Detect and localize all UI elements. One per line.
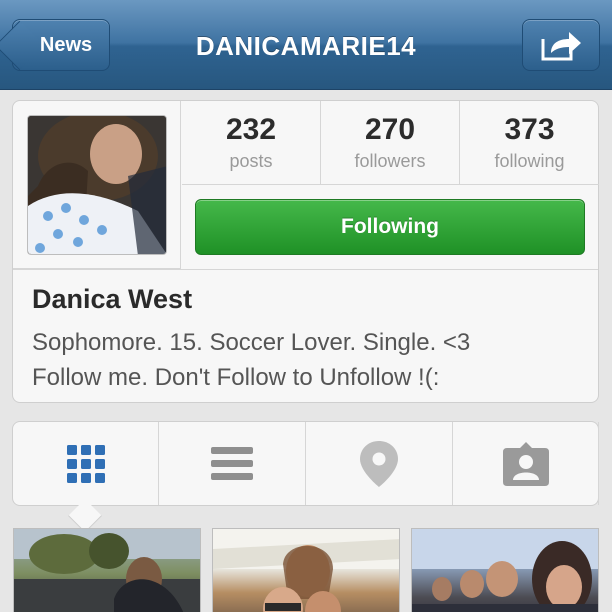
photo-image <box>412 529 598 612</box>
list-icon <box>211 446 253 480</box>
stat-following-value: 373 <box>504 113 555 146</box>
photo-thumbnail[interactable] <box>212 528 400 612</box>
share-icon <box>541 32 581 61</box>
photo-image <box>14 529 200 612</box>
tab-tagged[interactable] <box>453 422 599 505</box>
bio-line: Sophomore. 15. Soccer Lover. Single. <3 <box>32 329 471 356</box>
divider <box>13 269 598 270</box>
stat-posts[interactable]: 232 posts <box>182 101 321 185</box>
location-pin-icon <box>360 440 398 487</box>
photo-thumbnail[interactable] <box>411 528 599 612</box>
share-button[interactable] <box>522 19 600 71</box>
tab-map[interactable] <box>306 422 453 505</box>
stat-posts-value: 232 <box>225 113 277 146</box>
back-button[interactable]: News <box>12 19 110 71</box>
photo-image <box>213 529 399 612</box>
avatar-container <box>13 101 181 269</box>
grid-icon <box>66 444 105 483</box>
stat-followers-value: 270 <box>364 113 416 146</box>
stat-followers-label: followers <box>354 151 426 171</box>
page-title: DANICAMARIE14 <box>195 30 417 61</box>
stat-followers[interactable]: 270 followers <box>321 101 460 185</box>
tab-list[interactable] <box>159 422 306 505</box>
stat-posts-label: posts <box>229 151 273 171</box>
view-tabs <box>12 421 599 533</box>
profile-name: Danica West <box>32 284 193 314</box>
navigation-bar: News DANICAMARIE14 <box>0 0 612 90</box>
profile-bio: Sophomore. 15. Soccer Lover. Single. <3 … <box>32 325 592 395</box>
profile-stats: 232 posts 270 followers 373 following <box>182 101 599 185</box>
following-button[interactable]: Following <box>195 199 585 255</box>
tab-grid[interactable] <box>13 422 159 505</box>
stat-following[interactable]: 373 following <box>460 101 599 185</box>
stat-following-label: following <box>494 151 565 171</box>
avatar-image <box>28 116 166 254</box>
tagged-user-icon <box>502 441 549 486</box>
profile-card: 232 posts 270 followers 373 following Fo… <box>12 100 599 403</box>
photo-thumbnail[interactable] <box>13 528 201 612</box>
back-button-label: News <box>39 33 93 56</box>
bio-line: Follow me. Don't Follow to Unfollow !(: <box>32 364 440 391</box>
avatar[interactable] <box>27 115 167 255</box>
